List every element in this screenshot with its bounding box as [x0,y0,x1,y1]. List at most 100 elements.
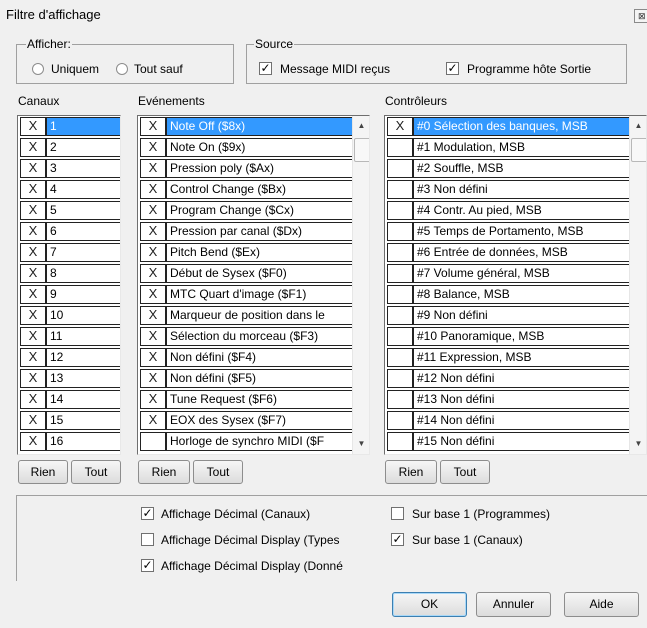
row-mark-cell[interactable] [387,201,413,220]
evenements-list[interactable]: X Note Off ($8x) X Note On ($9x) X Pression p… [137,115,370,455]
list-item[interactable]: X2 [18,137,120,157]
close-icon[interactable]: ⊠ [634,9,647,23]
row-label[interactable]: Pression par canal ($Dx) [166,222,355,241]
row-label[interactable]: Pression poly ($Ax) [166,159,355,178]
row-mark-cell[interactable] [387,138,413,157]
scroll-thumb[interactable] [631,138,646,162]
row-mark-cell[interactable]: X [20,432,46,451]
row-mark-cell[interactable]: X [20,180,46,199]
row-mark-cell[interactable] [387,159,413,178]
list-item[interactable]: #1 Modulation, MSB [385,137,646,157]
list-item[interactable]: #7 Volume général, MSB [385,263,646,283]
row-mark-cell[interactable]: X [140,159,166,178]
row-mark-cell[interactable]: X [20,369,46,388]
list-item[interactable]: X Non défini ($F5) [138,368,369,388]
row-label[interactable]: #6 Entrée de données, MSB [413,243,632,262]
scroll-up-arrow-icon[interactable]: ▲ [353,118,369,134]
row-mark-cell[interactable]: X [20,348,46,367]
list-item[interactable]: #2 Souffle, MSB [385,158,646,178]
scroll-thumb[interactable] [354,138,369,162]
list-item[interactable]: #11 Expression, MSB [385,347,646,367]
annuler-button[interactable]: Annuler [476,592,551,617]
list-item[interactable]: X Control Change ($Bx) [138,179,369,199]
canaux-rien-button[interactable]: Rien [18,460,68,484]
row-label[interactable]: #2 Souffle, MSB [413,159,632,178]
row-label[interactable]: 16 [46,432,120,451]
list-item[interactable]: X 11 [18,326,120,346]
list-item[interactable]: #5 Temps de Portamento, MSB [385,221,646,241]
list-item[interactable]: X Tune Request ($F6) [138,389,369,409]
row-label[interactable]: Sélection du morceau ($F3) [166,327,355,346]
row-label[interactable]: Note Off ($8x) [166,117,355,136]
list-item[interactable]: X 13 [18,368,120,388]
radio-tout-sauf[interactable] [116,63,128,75]
row-mark-cell[interactable] [387,327,413,346]
checkbox-midi-recus[interactable]: ✓ [259,62,272,75]
row-mark-cell[interactable]: X [20,138,46,157]
ok-button[interactable]: OK [392,592,467,617]
list-item[interactable]: #15 Non défini [385,431,646,451]
row-label[interactable]: Tune Request ($F6) [166,390,355,409]
row-label[interactable]: #8 Balance, MSB [413,285,632,304]
controleurs-tout-button[interactable]: Tout [440,460,490,484]
row-label[interactable]: 9 [46,285,120,304]
row-mark-cell[interactable]: X [20,243,46,262]
row-mark-cell[interactable]: X [140,117,166,136]
list-item[interactable]: X #0 Sélection des banques, MSB [385,116,646,136]
row-label[interactable]: Control Change ($Bx) [166,180,355,199]
list-item[interactable]: #14 Non défini [385,410,646,430]
row-mark-cell[interactable]: X [20,327,46,346]
row-mark-cell[interactable]: X [140,264,166,283]
row-mark-cell[interactable] [387,432,413,451]
row-label[interactable]: #13 Non défini [413,390,632,409]
list-item[interactable]: #6 Entrée de données, MSB [385,242,646,262]
checkbox-decimal-canaux[interactable]: ✓ [141,507,154,520]
row-label[interactable]: Non défini ($F5) [166,369,355,388]
row-label[interactable]: 4 [46,180,120,199]
list-item[interactable]: X Non défini ($F4) [138,347,369,367]
row-mark-cell[interactable]: X [20,264,46,283]
list-item[interactable]: X1 [18,116,120,136]
row-mark-cell[interactable]: X [140,180,166,199]
evenements-rien-button[interactable]: Rien [138,460,190,484]
row-label[interactable]: #11 Expression, MSB [413,348,632,367]
row-label[interactable]: 10 [46,306,120,325]
row-mark-cell[interactable] [387,180,413,199]
list-item[interactable]: X Program Change ($Cx) [138,200,369,220]
list-item[interactable]: #9 Non défini [385,305,646,325]
list-item[interactable]: X Marqueur de position dans le [138,305,369,325]
row-mark-cell[interactable] [387,390,413,409]
list-item[interactable]: X Note On ($9x) [138,137,369,157]
list-item[interactable]: X4 [18,179,120,199]
row-mark-cell[interactable] [387,264,413,283]
row-label[interactable]: 6 [46,222,120,241]
row-label[interactable]: Marqueur de position dans le [166,306,355,325]
row-label[interactable]: Note On ($9x) [166,138,355,157]
row-label[interactable]: EOX des Sysex ($F7) [166,411,355,430]
list-item[interactable]: #4 Contr. Au pied, MSB [385,200,646,220]
row-mark-cell[interactable]: X [140,306,166,325]
checkbox-decimal-donnees[interactable]: ✓ [141,559,154,572]
evenements-tout-button[interactable]: Tout [193,460,243,484]
list-item[interactable]: X 14 [18,389,120,409]
canaux-tout-button[interactable]: Tout [71,460,121,484]
radio-uniquement[interactable] [32,63,44,75]
list-item[interactable]: X5 [18,200,120,220]
list-item[interactable]: #12 Non défini [385,368,646,388]
row-mark-cell[interactable]: X [387,117,413,136]
list-item[interactable]: X Début de Sysex ($F0) [138,263,369,283]
row-label[interactable]: 8 [46,264,120,283]
row-mark-cell[interactable]: X [140,390,166,409]
row-label[interactable]: 14 [46,390,120,409]
row-mark-cell[interactable] [387,285,413,304]
list-item[interactable]: #8 Balance, MSB [385,284,646,304]
row-mark-cell[interactable]: X [20,201,46,220]
row-label[interactable]: MTC Quart d'image ($F1) [166,285,355,304]
list-item[interactable]: X7 [18,242,120,262]
list-item[interactable]: X Pression par canal ($Dx) [138,221,369,241]
row-label[interactable]: Horloge de synchro MIDI ($F [166,432,355,451]
row-label[interactable]: #3 Non défini [413,180,632,199]
row-label[interactable]: Program Change ($Cx) [166,201,355,220]
row-label[interactable]: #4 Contr. Au pied, MSB [413,201,632,220]
row-label[interactable]: 12 [46,348,120,367]
